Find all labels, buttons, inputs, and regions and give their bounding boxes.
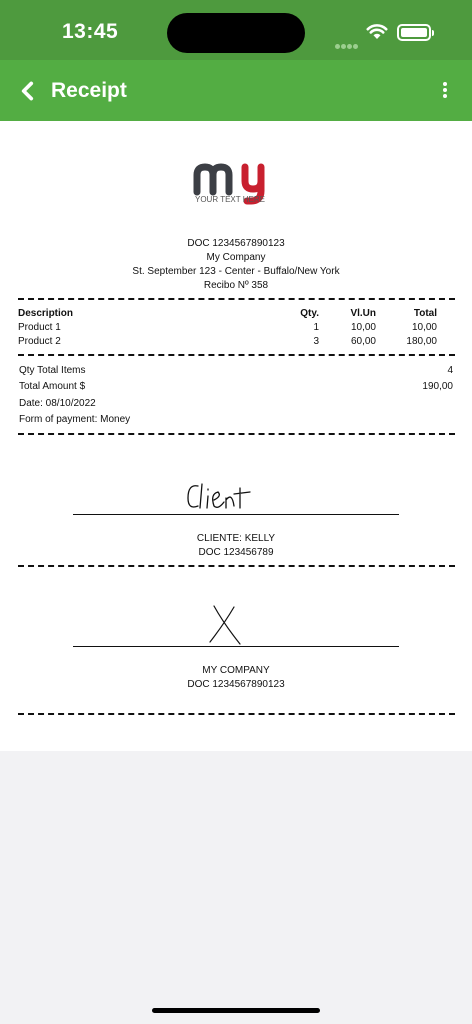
summary-amount-row: Total Amount $ 190,00 (19, 381, 453, 392)
summary-qty-value: 4 (447, 365, 453, 376)
back-chevron-icon[interactable] (16, 78, 40, 104)
column-unit-value: Vl.Un (350, 308, 376, 319)
divider (18, 354, 455, 356)
home-indicator[interactable] (152, 1008, 320, 1013)
summary-date-text: Date: 08/10/2022 (19, 398, 96, 409)
summary-payment: Form of payment: Money (19, 414, 453, 425)
company-doc: DOC 1234567890123 (187, 679, 285, 690)
divider (18, 565, 455, 567)
client-name: CLIENTE: KELLY (196, 533, 276, 544)
company-signature-image (209, 605, 241, 645)
summary-amount-value: 190,00 (422, 381, 453, 392)
divider (18, 433, 455, 435)
summary-amount-label: Total Amount $ (19, 381, 86, 392)
item-unit-value: 10,00 (350, 322, 376, 333)
item-total: 10,00 (411, 322, 437, 333)
header-doc: DOC 1234567890123 (187, 238, 285, 249)
nav-bar: Receipt (0, 60, 472, 121)
status-time: 13:45 (62, 20, 119, 43)
column-total: Total (413, 308, 437, 319)
divider (18, 713, 455, 715)
summary-date: Date: 08/10/2022 (19, 398, 453, 409)
header-address: St. September 123 - Center - Buffalo/New… (132, 266, 340, 277)
item-qty: 1 (313, 322, 319, 333)
dynamic-island (167, 13, 305, 53)
battery-icon (397, 24, 434, 41)
item-unit-value: 60,00 (350, 336, 376, 347)
company-name: MY COMPANY (202, 665, 270, 676)
summary-payment-text: Form of payment: Money (19, 414, 131, 425)
company-signature-line (73, 646, 399, 647)
summary-qty-row: Qty Total Items 4 (19, 365, 453, 376)
column-description: Description (18, 308, 74, 319)
divider (18, 298, 455, 300)
client-doc: DOC 123456789 (198, 547, 274, 558)
page-title: Receipt (51, 79, 127, 102)
item-total: 180,00 (406, 336, 437, 347)
item-description: Product 1 (18, 322, 61, 333)
header-receipt-number: Recibo Nº 358 (203, 280, 269, 291)
wifi-icon (366, 24, 388, 39)
logo-caption: YOUR TEXT HERE (195, 195, 265, 204)
summary-qty-label: Qty Total Items (19, 365, 86, 376)
client-signature-image (187, 483, 251, 509)
column-qty: Qty. (300, 308, 319, 319)
signal-icon (335, 36, 359, 54)
item-description: Product 2 (18, 336, 61, 347)
client-signature-line (73, 514, 399, 515)
item-qty: 3 (313, 336, 319, 347)
header-company: My Company (206, 252, 266, 263)
status-bar: 13:45 (0, 0, 472, 60)
more-options-icon[interactable] (438, 82, 452, 100)
receipt-panel: YOUR TEXT HERE DOC 1234567890123 My Comp… (0, 121, 472, 751)
